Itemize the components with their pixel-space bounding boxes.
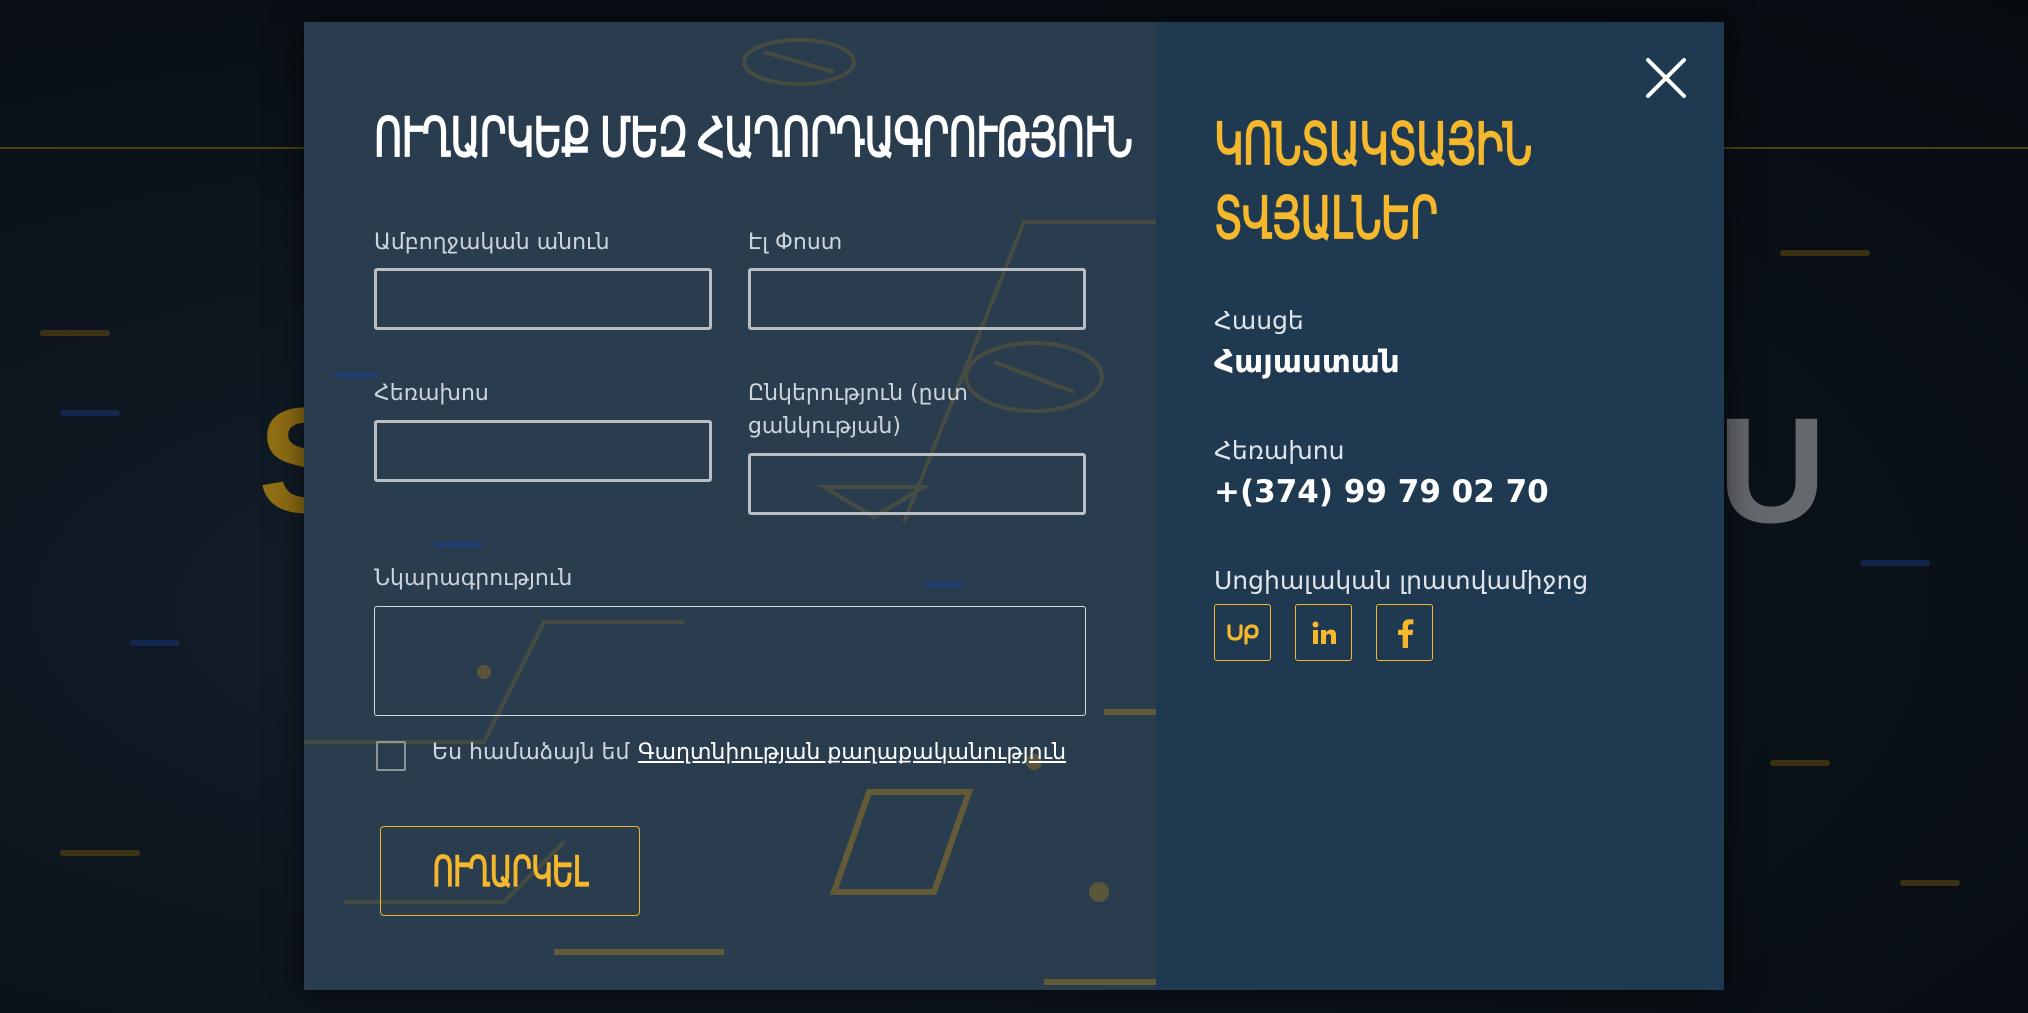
description-textarea[interactable]	[374, 606, 1086, 716]
consent-text: Ես համաձայն եմ	[432, 740, 630, 765]
submit-button-label: ՈՒՂԱՐԿԵԼ	[432, 847, 588, 895]
contact-info-title-line1: ԿՈՆՏԱԿՏԱՅԻՆ	[1214, 112, 1532, 177]
upwork-icon	[1226, 623, 1259, 645]
contact-info-title: ԿՈՆՏԱԿՏԱՅԻՆ ՏՎՅԱԼՆԵՐ	[1214, 108, 1532, 256]
facebook-icon	[1397, 618, 1413, 648]
social-media-label: Սոցիալական լրատվամիջոց	[1214, 566, 1589, 595]
email-input[interactable]	[748, 268, 1086, 330]
close-button[interactable]	[1644, 56, 1688, 100]
phone-input[interactable]	[374, 420, 712, 482]
full-name-input[interactable]	[374, 268, 712, 330]
contact-info-title-line2: ՏՎՅԱԼՆԵՐ	[1214, 186, 1438, 251]
contact-phone-label: Հեռախոս	[1214, 436, 1345, 465]
consent-checkbox[interactable]	[376, 741, 406, 771]
email-label: Էլ Փոստ	[748, 230, 843, 255]
linkedin-link[interactable]	[1295, 604, 1352, 661]
facebook-link[interactable]	[1376, 604, 1433, 661]
form-title: ՈՒՂԱՐԿԵՔ ՄԵԶ ՀԱՂՈՐԴԱԳՐՈՒԹՅՈՒՆ	[374, 108, 1133, 168]
phone-label: Հեռախոս	[374, 381, 489, 406]
linkedin-icon	[1312, 621, 1336, 644]
contact-phone-value[interactable]: +(374) 99 79 02 70	[1214, 474, 1549, 510]
description-label: Նկարագրություն	[374, 566, 573, 591]
full-name-label: Ամբողջական անուն	[374, 230, 610, 255]
address-value: Հայաստան	[1214, 344, 1400, 380]
contact-modal: ՈՒՂԱՐԿԵՔ ՄԵԶ ՀԱՂՈՐԴԱԳՐՈՒԹՅՈՒՆ Ամբողջական…	[304, 22, 1724, 990]
contact-info-panel: ԿՈՆՏԱԿՏԱՅԻՆ ՏՎՅԱԼՆԵՐ Հասցե Հայաստան Հեռա…	[1156, 22, 1724, 990]
company-label: Ընկերություն (ըստ ցանկության)	[748, 381, 968, 439]
address-label: Հասցե	[1214, 306, 1304, 335]
company-input[interactable]	[748, 453, 1086, 515]
close-icon	[1646, 58, 1686, 98]
submit-button[interactable]: ՈՒՂԱՐԿԵԼ	[380, 826, 640, 916]
privacy-policy-link[interactable]: Գաղտնիության քաղաքականություն	[638, 740, 1066, 765]
social-links	[1214, 604, 1433, 661]
upwork-link[interactable]	[1214, 604, 1271, 661]
contact-form-panel: ՈՒՂԱՐԿԵՔ ՄԵԶ ՀԱՂՈՐԴԱԳՐՈՒԹՅՈՒՆ Ամբողջական…	[304, 22, 1156, 990]
